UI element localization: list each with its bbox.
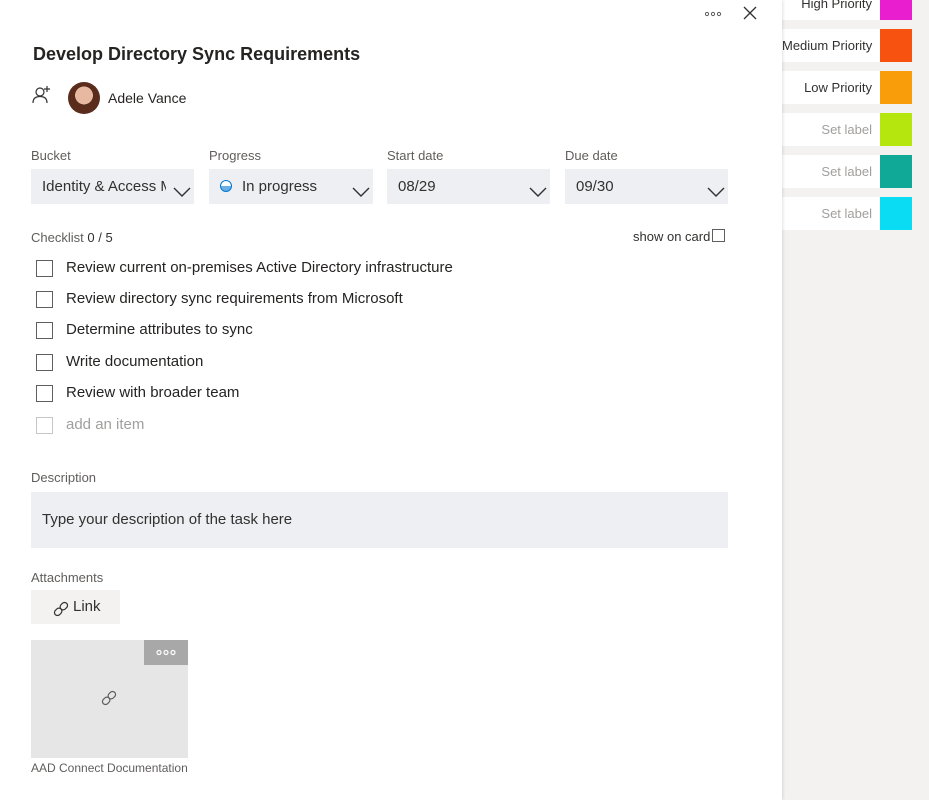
add-item-checkbox [36, 417, 53, 434]
checklist-count: 0 / 5 [87, 230, 113, 245]
label-name: Set label [782, 113, 880, 146]
label-unset-cyan[interactable]: Set label [782, 197, 912, 230]
label-color-swatch[interactable] [880, 71, 912, 104]
close-icon[interactable] [742, 5, 758, 21]
bucket-dropdown[interactable]: Identity & Access M [31, 169, 194, 204]
add-link-button[interactable]: Link [31, 590, 120, 624]
link-icon [52, 597, 70, 617]
attachment-more-options-icon[interactable] [144, 640, 188, 665]
description-field[interactable]: Type your description of the task here [31, 492, 728, 548]
show-on-card-label: show on card [633, 229, 711, 244]
labels-panel: High Priority Medium Priority Low Priori… [782, 0, 929, 800]
due-date-picker[interactable]: 09/30 [565, 169, 728, 204]
label-color-swatch[interactable] [880, 113, 912, 146]
checklist-item-checkbox[interactable] [36, 385, 53, 402]
checklist-item: Write documentation [36, 352, 636, 374]
label-color-swatch[interactable] [880, 155, 912, 188]
checklist-header: Checklist 0 / 5 [31, 230, 113, 245]
link-icon [100, 689, 118, 707]
label-name: Low Priority [782, 71, 880, 104]
checklist-item-text[interactable]: Determine attributes to sync [66, 321, 253, 338]
start-date-label: Start date [387, 148, 444, 163]
half-circle-progress-icon [220, 180, 232, 192]
label-color-swatch[interactable] [880, 29, 912, 62]
checklist-item-checkbox[interactable] [36, 260, 53, 277]
label-unset-teal[interactable]: Set label [782, 155, 912, 188]
start-date-picker[interactable]: 08/29 [387, 169, 550, 204]
label-color-swatch[interactable] [880, 0, 912, 20]
chevron-down-icon [707, 178, 725, 197]
chevron-down-icon [173, 178, 191, 197]
chevron-down-icon [352, 178, 370, 197]
checklist-item-text[interactable]: Review with broader team [66, 384, 239, 401]
checklist-item: Determine attributes to sync [36, 320, 636, 342]
checklist-item-checkbox[interactable] [36, 291, 53, 308]
progress-dropdown[interactable]: In progress [209, 169, 373, 204]
checklist-item-text[interactable]: Write documentation [66, 353, 203, 370]
avatar[interactable] [68, 82, 100, 114]
label-name: Set label [782, 155, 880, 188]
more-options-icon[interactable] [704, 5, 722, 21]
add-item-input[interactable]: add an item [66, 416, 144, 433]
start-date-value: 08/29 [398, 178, 436, 195]
description-label: Description [31, 470, 97, 485]
progress-label: Progress [209, 148, 262, 163]
add-person-icon[interactable] [32, 84, 52, 106]
checklist-item: Review directory sync requirements from … [36, 289, 636, 311]
task-title[interactable]: Develop Directory Sync Requirements [33, 44, 360, 65]
checklist-item-text[interactable]: Review directory sync requirements from … [66, 290, 403, 307]
link-button-label: Link [73, 598, 101, 615]
checklist-item-checkbox[interactable] [36, 322, 53, 339]
checklist-item: Review with broader team [36, 383, 636, 405]
chevron-down-icon [529, 178, 547, 197]
attachments-label: Attachments [31, 570, 104, 585]
label-low-priority[interactable]: Low Priority [782, 71, 912, 104]
label-medium-priority[interactable]: Medium Priority [782, 29, 912, 62]
checklist-label: Checklist [31, 230, 84, 245]
checklist-item-checkbox[interactable] [36, 354, 53, 371]
bucket-value: Identity & Access M [42, 178, 166, 195]
add-checklist-item: add an item [36, 415, 636, 437]
label-unset-lime[interactable]: Set label [782, 113, 912, 146]
assignee-name: Adele Vance [108, 90, 187, 106]
bucket-label: Bucket [31, 148, 71, 163]
label-high-priority[interactable]: High Priority [782, 0, 912, 20]
due-date-value: 09/30 [576, 178, 614, 195]
task-details-panel: Develop Directory Sync Requirements Adel… [0, 0, 782, 800]
due-date-label: Due date [565, 148, 618, 163]
label-color-swatch[interactable] [880, 197, 912, 230]
label-name: Medium Priority [782, 29, 880, 62]
attachment-name[interactable]: AAD Connect Documentation [31, 761, 188, 775]
progress-value: In progress [242, 178, 318, 195]
checklist-item: Review current on-premises Active Direct… [36, 258, 636, 280]
label-name: Set label [782, 197, 880, 230]
checklist-item-text[interactable]: Review current on-premises Active Direct… [66, 259, 453, 276]
show-on-card-checkbox[interactable] [712, 229, 725, 242]
label-name: High Priority [782, 0, 880, 20]
